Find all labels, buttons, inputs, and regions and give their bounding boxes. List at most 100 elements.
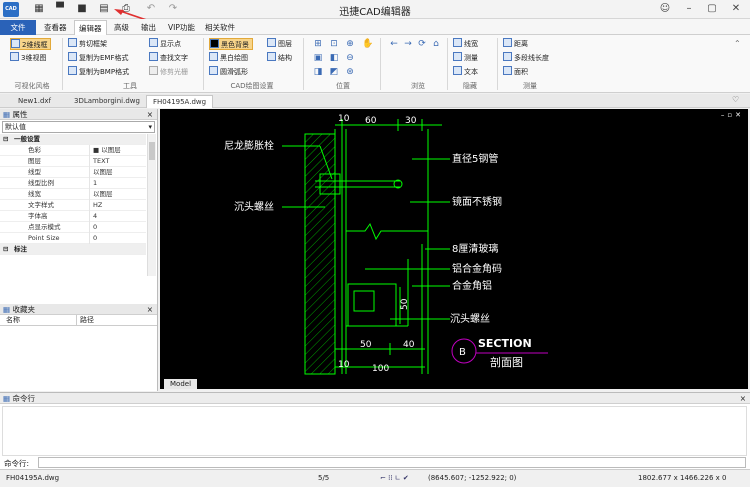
property-row[interactable]: Point Size 0 bbox=[0, 233, 146, 244]
property-key: 点显示模式 bbox=[28, 223, 61, 231]
btn-clip-frame[interactable]: 剪切框架 bbox=[68, 38, 107, 50]
category-general[interactable]: ⊟ 一般设置 bbox=[0, 134, 146, 145]
btn-find-text[interactable]: 查找文字 bbox=[149, 52, 188, 64]
pan-icon[interactable]: ✋ bbox=[362, 38, 374, 50]
menu-file[interactable]: 文件 bbox=[0, 20, 36, 35]
menu-advanced[interactable]: 高级 bbox=[110, 20, 133, 35]
btn-lineweight[interactable]: 线宽 bbox=[453, 38, 478, 50]
btn-show-points[interactable]: 显示点 bbox=[149, 38, 181, 50]
btn-area[interactable]: 面积 bbox=[503, 66, 528, 78]
btn-polyline-length[interactable]: 多段线长度 bbox=[503, 52, 549, 64]
btn-smooth-arc[interactable]: 圆滑弧形 bbox=[209, 66, 248, 78]
menu-related[interactable]: 相关软件 bbox=[201, 20, 239, 35]
forward-icon[interactable]: → bbox=[402, 38, 414, 50]
property-key: 字体高 bbox=[28, 212, 48, 220]
snap-icons[interactable]: ⌐ ⁞⁞ ∟ ✔ bbox=[380, 470, 409, 487]
raster-icon bbox=[149, 66, 158, 75]
category-mark[interactable]: ⊟ 标注 bbox=[0, 244, 146, 255]
tab-3dlamborgini[interactable]: 3DLamborgini.dwg bbox=[68, 95, 146, 108]
menu-output[interactable]: 输出 bbox=[137, 20, 160, 35]
btn-layers[interactable]: 图层 bbox=[267, 38, 292, 50]
command-input[interactable] bbox=[38, 457, 746, 468]
property-selector[interactable]: 默认值 ▾ bbox=[2, 121, 155, 133]
home-icon[interactable]: ⌂ bbox=[430, 38, 442, 50]
favorites-columns: 名称 路径 bbox=[0, 315, 157, 326]
btn-3d-view[interactable]: 3维视图 bbox=[10, 52, 46, 64]
open-folder-icon[interactable]: ▀ bbox=[54, 3, 66, 15]
btn-structure[interactable]: 结构 bbox=[267, 52, 292, 64]
zoom-in-icon[interactable]: ⊕ bbox=[344, 38, 356, 50]
view-iso-icon[interactable]: ◩ bbox=[328, 66, 340, 78]
menu-editor[interactable]: 编辑器 bbox=[74, 20, 107, 35]
close-icon[interactable]: ✕ bbox=[729, 2, 743, 16]
property-row[interactable]: 色彩 ■ 以图层 bbox=[0, 145, 146, 156]
btn-copy-bmp[interactable]: 复制为BMP格式 bbox=[68, 66, 129, 78]
ribbon: 2维线框 3维视图 可视化风格 剪切框架 复制为EMF格式 复制为BMP格式 显… bbox=[0, 35, 750, 93]
view-top-icon[interactable]: ▣ bbox=[312, 52, 324, 64]
minimize-icon[interactable]: – bbox=[682, 2, 696, 16]
label-mirror-steel: 镜面不锈钢 bbox=[452, 195, 502, 208]
bw-icon bbox=[209, 52, 218, 61]
btn-label: 显示点 bbox=[160, 40, 181, 48]
group-label: 可视化风格 bbox=[14, 82, 50, 90]
column-name[interactable]: 名称 bbox=[6, 315, 20, 326]
restore-icon[interactable]: ▢ bbox=[705, 2, 719, 16]
close-icon[interactable]: × bbox=[147, 304, 153, 315]
section-title: SECTION bbox=[478, 337, 532, 350]
drawing-canvas[interactable]: –▫✕ 10 60 30 10 50 40 100 50 尼龙膨胀栓 直径5钢管… bbox=[160, 109, 748, 389]
close-icon[interactable]: × bbox=[147, 109, 153, 120]
column-path[interactable]: 路径 bbox=[76, 315, 94, 326]
zoom-extents-icon[interactable]: ⊞ bbox=[312, 38, 324, 50]
property-value: TEXT bbox=[89, 156, 146, 167]
save-as-icon[interactable]: ▤ bbox=[98, 3, 110, 15]
grid-icon[interactable]: ▦ bbox=[33, 3, 45, 15]
category-label: 标注 bbox=[14, 245, 27, 253]
btn-black-bg[interactable]: 黑色背景 bbox=[209, 38, 253, 50]
app-logo: CAD bbox=[3, 2, 19, 17]
close-icon[interactable]: × bbox=[740, 393, 746, 404]
property-row[interactable]: 字体高 4 bbox=[0, 211, 146, 222]
view-left-icon[interactable]: ◧ bbox=[328, 52, 340, 64]
menu-vip[interactable]: VIP功能 bbox=[164, 20, 199, 35]
property-row[interactable]: 线型 以图层 bbox=[0, 167, 146, 178]
property-value: 4 bbox=[89, 211, 146, 222]
btn-distance[interactable]: 距离 bbox=[503, 38, 528, 50]
btn-bw-drawing[interactable]: 黑白绘图 bbox=[209, 52, 248, 64]
zoom-window-icon[interactable]: ⊡ bbox=[328, 38, 340, 50]
property-row[interactable]: 线型比例 1 bbox=[0, 178, 146, 189]
refresh-icon[interactable]: ⟳ bbox=[416, 38, 428, 50]
view-front-icon[interactable]: ◨ bbox=[312, 66, 324, 78]
btn-copy-emf[interactable]: 复制为EMF格式 bbox=[68, 52, 129, 64]
dim-text: 100 bbox=[372, 364, 389, 374]
properties-scrollbar[interactable] bbox=[147, 134, 156, 276]
orbit-icon[interactable]: ⊛ bbox=[344, 66, 356, 78]
dim-text: 30 bbox=[405, 116, 417, 126]
help-icon[interactable]: ☺ bbox=[658, 2, 672, 16]
distance-icon bbox=[503, 38, 512, 47]
tab-list-icon[interactable]: ♡ bbox=[732, 95, 739, 104]
property-row[interactable]: 图层 TEXT bbox=[0, 156, 146, 167]
save-icon[interactable]: ■ bbox=[76, 3, 88, 15]
menu-viewer[interactable]: 查看器 bbox=[40, 20, 71, 35]
collapse-ribbon-icon[interactable]: ⌃ bbox=[734, 39, 741, 48]
btn-2d-wireframe[interactable]: 2维线框 bbox=[10, 38, 52, 50]
property-row[interactable]: 点显示模式 0 bbox=[0, 222, 146, 233]
tab-new1[interactable]: New1.dxf bbox=[12, 95, 57, 108]
btn-trim-raster[interactable]: 修剪光栅 bbox=[149, 66, 188, 78]
btn-text[interactable]: 文本 bbox=[453, 66, 478, 78]
btn-measure-hide[interactable]: 测量 bbox=[453, 52, 478, 64]
zoom-out-icon[interactable]: ⊖ bbox=[344, 52, 356, 64]
property-row[interactable]: 文字样式 HZ bbox=[0, 200, 146, 211]
property-row[interactable]: 线宽 以图层 bbox=[0, 189, 146, 200]
group-label: 测量 bbox=[523, 82, 537, 90]
property-value: ■ 以图层 bbox=[89, 145, 146, 156]
color-value: 以图层 bbox=[101, 146, 121, 154]
model-tab[interactable]: Model bbox=[164, 379, 198, 389]
scroll-thumb[interactable] bbox=[149, 142, 155, 160]
divider bbox=[380, 38, 381, 90]
dim-text: 60 bbox=[365, 116, 377, 126]
back-icon[interactable]: ← bbox=[388, 38, 400, 50]
property-key: 线型比例 bbox=[28, 179, 54, 187]
tab-fh04195a[interactable]: FH04195A.dwg bbox=[146, 95, 214, 108]
label-countersunk-screw: 沉头螺丝 bbox=[234, 200, 274, 213]
